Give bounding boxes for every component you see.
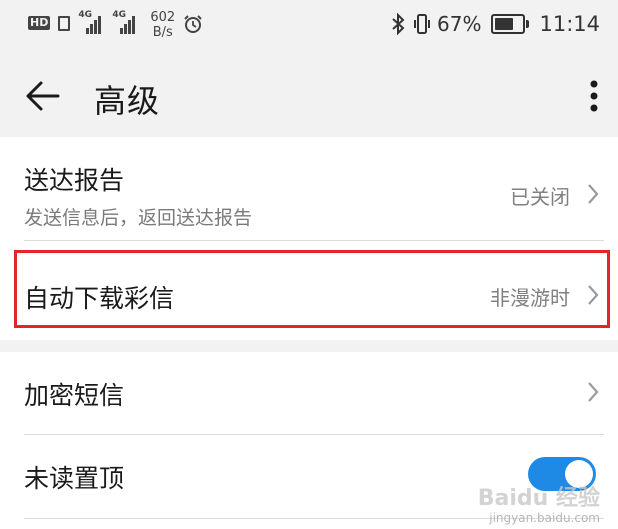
pin-unread-title: 未读置顶 bbox=[24, 464, 125, 493]
status-time: 11:14 bbox=[539, 12, 600, 36]
watermark-main: Baidu 经验 bbox=[477, 486, 600, 511]
signal-icon-2: 4G bbox=[112, 10, 138, 34]
delivery-report-value: 已关闭 bbox=[510, 185, 570, 209]
network-speed: 602 B/s bbox=[150, 10, 175, 40]
chevron-right-icon bbox=[588, 382, 599, 402]
battery-fill bbox=[495, 18, 513, 30]
vibrate-icon bbox=[414, 14, 431, 34]
watermark-sub: jingyan.baidu.com bbox=[489, 511, 600, 525]
more-vertical-icon[interactable] bbox=[588, 78, 600, 114]
status-bar: HD 4G 4G 602 B/s 67% 11:14 bbox=[0, 0, 618, 54]
highlight-box bbox=[14, 250, 610, 328]
sim-card-icon bbox=[58, 16, 71, 31]
battery-percent: 67% bbox=[437, 12, 482, 36]
signal-icon-1: 4G bbox=[78, 10, 104, 34]
app-header: 高级 bbox=[0, 54, 618, 137]
alarm-clock-icon bbox=[184, 15, 202, 33]
delivery-report-subtitle: 发送信息后，返回送达报告 bbox=[24, 207, 253, 229]
setting-row-encrypted-sms[interactable]: 加密短信 bbox=[0, 352, 618, 434]
network-type-label-1: 4G bbox=[78, 10, 92, 20]
network-type-label-2: 4G bbox=[112, 10, 126, 20]
page-title: 高级 bbox=[94, 82, 161, 120]
status-bar-right: 67% 11:14 bbox=[389, 12, 600, 36]
toggle-knob bbox=[565, 460, 593, 488]
setting-row-delivery-report[interactable]: 送达报告 发送信息后，返回送达报告 已关闭 bbox=[0, 137, 618, 239]
divider bbox=[24, 240, 604, 241]
section-gap bbox=[0, 340, 618, 352]
delivery-report-title: 送达报告 bbox=[24, 166, 125, 195]
bluetooth-icon bbox=[392, 12, 405, 36]
hd-badge: HD bbox=[28, 16, 51, 30]
encrypted-sms-title: 加密短信 bbox=[24, 381, 125, 410]
network-speed-value: 602 bbox=[150, 10, 176, 25]
back-arrow-icon[interactable] bbox=[24, 78, 62, 114]
chevron-right-icon bbox=[588, 184, 599, 204]
watermark: Baidu 经验 jingyan.baidu.com bbox=[477, 486, 600, 526]
status-bar-left: HD 4G 4G 602 B/s bbox=[28, 10, 203, 40]
network-speed-unit: B/s bbox=[152, 25, 173, 40]
battery-icon bbox=[491, 14, 530, 34]
